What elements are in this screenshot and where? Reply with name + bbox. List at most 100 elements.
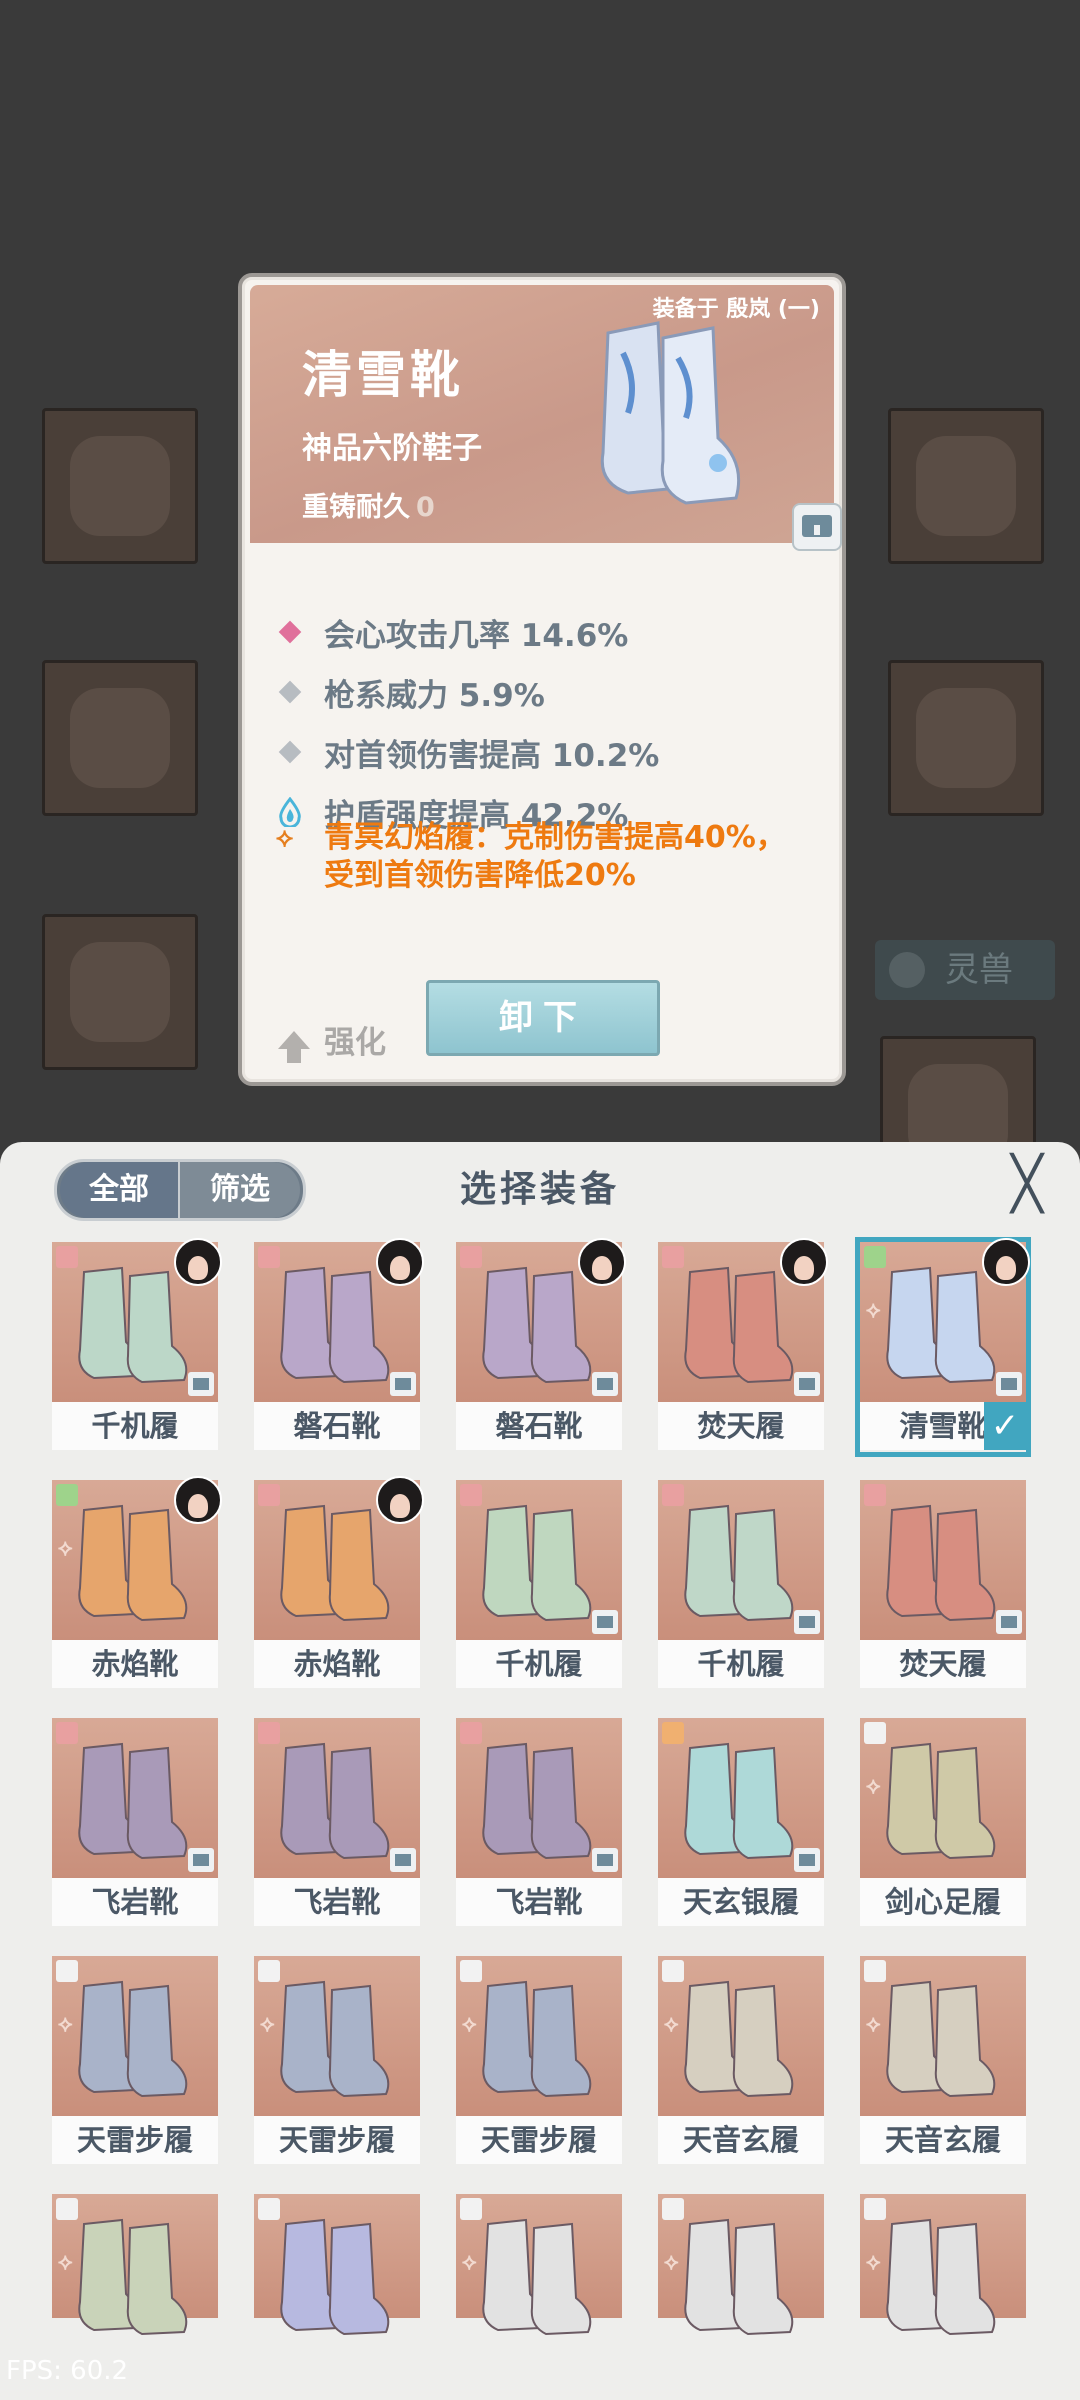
- item-image: ⟡: [456, 2194, 622, 2336]
- upgrade-button[interactable]: 强化: [278, 1017, 386, 1063]
- item-name: 剑心足履: [860, 1878, 1026, 1926]
- equipment-item[interactable]: ⟡: [456, 2194, 622, 2336]
- set-mark-icon: ⟡: [866, 2250, 881, 2275]
- equipment-item[interactable]: 飞岩靴: [456, 1718, 622, 1928]
- equipment-item[interactable]: ⟡ 天音玄履: [658, 1956, 824, 2166]
- set-mark-icon: ⟡: [58, 1536, 73, 1561]
- lock-chest-icon: [996, 1372, 1022, 1396]
- equipment-item[interactable]: 天玄银履: [658, 1718, 824, 1928]
- item-image: ⟡: [52, 2194, 218, 2336]
- boots-icon: [280, 1980, 390, 2098]
- boots-icon: [280, 1504, 390, 1622]
- equipment-item[interactable]: 赤焰靴: [254, 1476, 424, 1690]
- item-name: 磐石靴: [456, 1402, 622, 1450]
- equipment-item[interactable]: ⟡ 天音玄履: [860, 1956, 1026, 2166]
- equipment-item[interactable]: ⟡ 天雷步履: [52, 1956, 218, 2166]
- stat-row: 枪系威力 5.9%: [276, 672, 545, 714]
- owner-avatar: [376, 1238, 424, 1286]
- item-image: [52, 1718, 218, 1878]
- equipment-item[interactable]: 千机履: [658, 1480, 824, 1690]
- equipment-item[interactable]: 千机履: [52, 1238, 222, 1452]
- equipment-grade: 神品六阶鞋子: [302, 431, 482, 466]
- item-name: 天雷步履: [254, 2116, 420, 2164]
- item-name: 飞岩靴: [254, 1878, 420, 1926]
- equipment-item[interactable]: 飞岩靴: [254, 1718, 420, 1928]
- checkmark-icon: ✓: [984, 1402, 1026, 1450]
- equipment-item[interactable]: 磐石靴: [254, 1238, 424, 1452]
- equipment-item[interactable]: 焚天履: [860, 1480, 1026, 1690]
- boots-icon: [482, 1266, 592, 1384]
- lock-chest-icon: [390, 1372, 416, 1396]
- set-mark-icon: ⟡: [664, 2250, 679, 2275]
- slot-type-icon: [662, 2198, 684, 2220]
- item-name: 赤焰靴: [52, 1640, 218, 1688]
- item-name: 天玄银履: [658, 1878, 824, 1926]
- boots-icon: [280, 1266, 390, 1384]
- bg-armor-slot: [42, 660, 198, 816]
- owner-avatar: [174, 1476, 222, 1524]
- lock-chest-icon: [802, 515, 832, 537]
- equipment-item[interactable]: [254, 2194, 420, 2336]
- beast-icon: [889, 952, 925, 988]
- equipment-item[interactable]: 焚天履: [658, 1238, 828, 1452]
- boots-icon: [78, 1504, 188, 1622]
- equipment-item[interactable]: 磐石靴: [456, 1238, 626, 1452]
- equipment-item[interactable]: ⟡ 剑心足履: [860, 1718, 1026, 1928]
- equipment-item[interactable]: ⟡ 清雪靴 ✓: [855, 1237, 1031, 1457]
- boots-icon: [886, 2218, 996, 2336]
- item-image: [254, 2194, 420, 2336]
- item-image: [456, 1718, 622, 1878]
- owner-avatar: [578, 1238, 626, 1286]
- set-mark-icon: ⟡: [866, 1774, 881, 1799]
- slot-type-icon: [56, 1246, 78, 1268]
- close-icon[interactable]: ╳: [1002, 1158, 1052, 1210]
- equipment-item[interactable]: ⟡ 天雷步履: [254, 1956, 420, 2166]
- equipment-item[interactable]: ⟡: [658, 2194, 824, 2336]
- lock-chest-icon: [188, 1848, 214, 1872]
- item-name: 千机履: [456, 1640, 622, 1688]
- equipment-item[interactable]: ⟡: [52, 2194, 218, 2336]
- item-name: 飞岩靴: [456, 1878, 622, 1926]
- lock-button[interactable]: [792, 503, 842, 551]
- owner-avatar: [982, 1238, 1030, 1286]
- boots-icon: [78, 1742, 188, 1860]
- boots-icon: [886, 1980, 996, 2098]
- lock-chest-icon: [794, 1848, 820, 1872]
- item-image: ⟡: [52, 1476, 222, 1640]
- set-mark-icon: ⟡: [664, 2012, 679, 2037]
- slot-type-icon: [56, 1960, 78, 1982]
- slot-type-icon: [56, 2198, 78, 2220]
- equipment-item[interactable]: ⟡ 天雷步履: [456, 1956, 622, 2166]
- item-image: [456, 1238, 626, 1402]
- set-mark-icon: ⟡: [462, 2012, 477, 2037]
- spirit-beast-tab: 灵兽: [875, 940, 1055, 1000]
- equipment-item[interactable]: ⟡ 赤焰靴: [52, 1476, 222, 1690]
- item-image: [860, 1480, 1026, 1640]
- lock-chest-icon: [592, 1372, 618, 1396]
- slot-type-icon: [56, 1722, 78, 1744]
- lock-chest-icon: [592, 1610, 618, 1634]
- bg-accessory-slot: [888, 408, 1044, 564]
- boots-icon: [78, 2218, 188, 2336]
- unequip-button[interactable]: 卸下: [426, 980, 660, 1056]
- item-name: 焚天履: [658, 1402, 824, 1450]
- boots-icon: [684, 1742, 794, 1860]
- set-mark-icon: ⟡: [866, 2012, 881, 2037]
- equipment-item[interactable]: 飞岩靴: [52, 1718, 218, 1928]
- boots-icon: [684, 2218, 794, 2336]
- boots-icon: [78, 1266, 188, 1384]
- boots-icon: [482, 2218, 592, 2336]
- boots-icon: [78, 1980, 188, 2098]
- item-name: 天雷步履: [52, 2116, 218, 2164]
- item-image: ⟡: [52, 1956, 218, 2116]
- equipment-item[interactable]: ⟡: [860, 2194, 1026, 2336]
- item-name: 磐石靴: [254, 1402, 420, 1450]
- slot-type-icon: [864, 1484, 886, 1506]
- boots-icon: [482, 1980, 592, 2098]
- lock-chest-icon: [390, 1848, 416, 1872]
- equipment-item[interactable]: 千机履: [456, 1480, 622, 1690]
- slot-type-icon: [460, 1960, 482, 1982]
- slot-type-icon: [662, 1246, 684, 1268]
- gray-diamond-icon: [278, 740, 302, 764]
- item-name: 天雷步履: [456, 2116, 622, 2164]
